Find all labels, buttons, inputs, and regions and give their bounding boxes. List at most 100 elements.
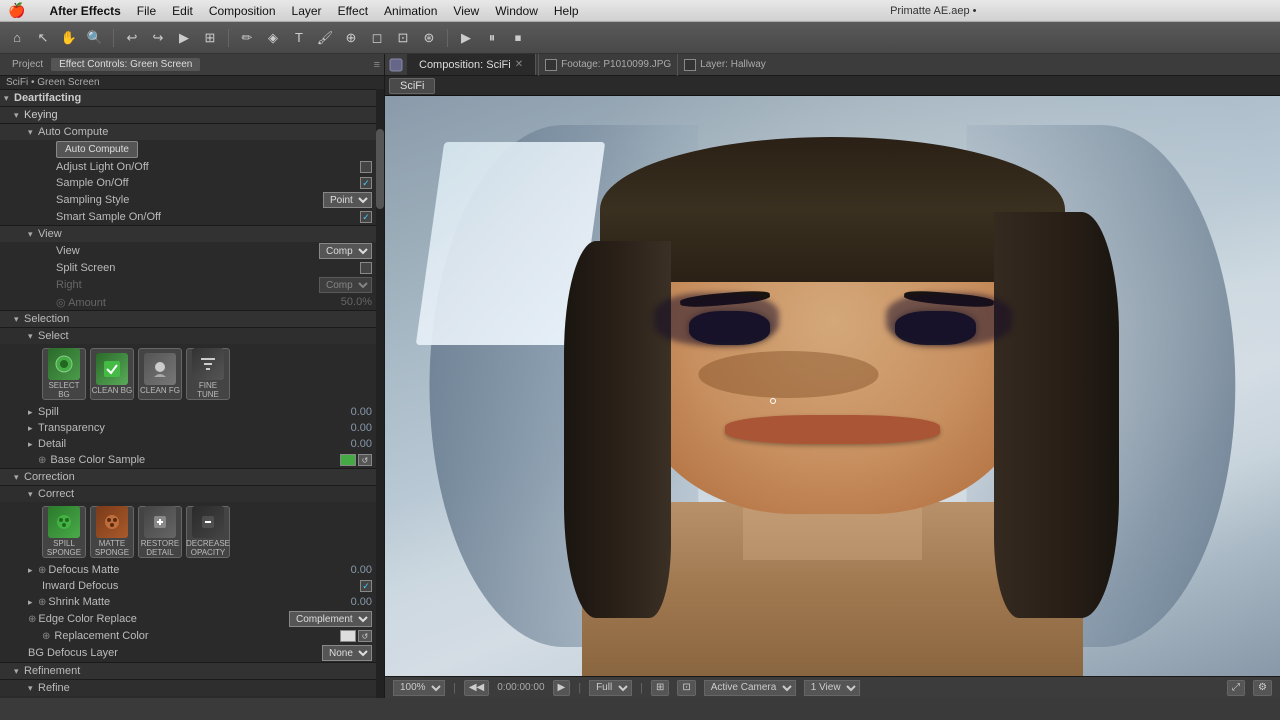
- apple-menu[interactable]: 🍎: [8, 2, 25, 19]
- scrollbar-thumb[interactable]: [376, 129, 384, 209]
- triangle-keying[interactable]: [14, 110, 24, 121]
- triangle-correction[interactable]: [14, 472, 24, 483]
- tab-project[interactable]: Project: [4, 58, 51, 71]
- toolbar-brush[interactable]: 🖌: [314, 27, 336, 49]
- fine-tune-btn[interactable]: FINE TUNE: [186, 348, 230, 400]
- triangle-selection[interactable]: [14, 314, 24, 325]
- timecode: 0:00:00:00: [497, 682, 544, 693]
- view-select-dropdown[interactable]: Comp: [319, 243, 372, 259]
- triangle-defocus[interactable]: [28, 565, 38, 576]
- triangle-shrink[interactable]: [28, 597, 38, 608]
- select-bg-btn[interactable]: SELECT BG: [42, 348, 86, 400]
- triangle-detail[interactable]: [28, 439, 38, 450]
- menu-help[interactable]: Help: [554, 4, 579, 18]
- triangle-transparency[interactable]: [28, 423, 38, 434]
- triangle-deartifacting[interactable]: [4, 93, 14, 104]
- footage-tab[interactable]: Footage: P1010099.JPG: [561, 59, 671, 70]
- sample-onoff-cb[interactable]: [360, 177, 372, 189]
- panel-menu-btn[interactable]: ≡: [374, 59, 380, 71]
- toolbar-render[interactable]: ▶: [173, 27, 195, 49]
- spill-value[interactable]: 0.00: [327, 406, 372, 418]
- camera-select[interactable]: Active Camera: [704, 680, 796, 696]
- rewind-btn[interactable]: ◀◀: [464, 680, 489, 696]
- scrollbar[interactable]: [376, 89, 384, 698]
- color-sample-reset[interactable]: ↺: [358, 454, 372, 466]
- sampling-style-select[interactable]: Point: [323, 192, 372, 208]
- replacement-color-reset[interactable]: ↺: [358, 630, 372, 642]
- color-sample-swatch[interactable]: [340, 454, 356, 466]
- toolbar-stop[interactable]: ⏹: [507, 27, 529, 49]
- spill-sponge-btn[interactable]: SPILLSPONGE: [42, 506, 86, 558]
- triangle-autocompute[interactable]: [28, 127, 38, 138]
- triangle-refine[interactable]: [28, 683, 38, 694]
- toolbar-play[interactable]: ▶: [455, 27, 477, 49]
- matte-sponge-btn[interactable]: MATTESPONGE: [90, 506, 134, 558]
- toolbar-eraser[interactable]: ◻: [366, 27, 388, 49]
- correct-label: Correct: [38, 488, 372, 500]
- settings-btn[interactable]: ⚙: [1253, 680, 1272, 696]
- row-split-screen: Split Screen: [0, 260, 376, 276]
- triangle-spill[interactable]: [28, 407, 38, 418]
- menu-window[interactable]: Window: [495, 4, 538, 18]
- bg-defocus-select[interactable]: None: [322, 645, 372, 661]
- triangle-view[interactable]: [28, 229, 38, 240]
- toolbar-roto[interactable]: ⊡: [392, 27, 414, 49]
- detail-value[interactable]: 0.00: [327, 438, 372, 450]
- clean-fg-btn[interactable]: CLEAN FG: [138, 348, 182, 400]
- comp-tab-close-scifi[interactable]: ✕: [515, 59, 523, 70]
- toolbar-home[interactable]: ⌂: [6, 27, 28, 49]
- smart-sample-cb[interactable]: [360, 211, 372, 223]
- toolbar-puppet[interactable]: ⊛: [418, 27, 440, 49]
- split-screen-cb[interactable]: [360, 262, 372, 274]
- menu-view[interactable]: View: [453, 4, 479, 18]
- toolbar-hand[interactable]: ✋: [58, 27, 80, 49]
- triangle-select[interactable]: [28, 331, 38, 342]
- toolbar-clone[interactable]: ⊕: [340, 27, 362, 49]
- tab-comp-scifi[interactable]: Composition: SciFi ✕: [407, 54, 536, 75]
- quality-select[interactable]: Full: [589, 680, 632, 696]
- right-tab-bar: Composition: SciFi ✕ Footage: P1010099.J…: [385, 54, 1280, 76]
- toolbar-pen[interactable]: ✏: [236, 27, 258, 49]
- inward-defocus-cb[interactable]: [360, 580, 372, 592]
- play-btn[interactable]: ▶: [553, 680, 571, 696]
- refine-label: Refine: [38, 682, 372, 694]
- restore-detail-btn[interactable]: RESTOREDETAIL: [138, 506, 182, 558]
- defocus-matte-value[interactable]: 0.00: [327, 564, 372, 576]
- zoom-select[interactable]: 100%: [393, 680, 445, 696]
- menu-layer[interactable]: Layer: [292, 4, 322, 18]
- layer-tab[interactable]: Layer: Hallway: [700, 59, 766, 70]
- right-select[interactable]: Comp: [319, 277, 372, 293]
- toggle-btn[interactable]: ⊡: [677, 680, 695, 696]
- edge-color-replace-select[interactable]: Complement: [289, 611, 372, 627]
- triangle-correct[interactable]: [28, 489, 38, 500]
- comp-view[interactable]: [385, 96, 1280, 676]
- replacement-color-swatch[interactable]: [340, 630, 356, 642]
- tab-effect-controls[interactable]: Effect Controls: Green Screen: [51, 58, 200, 71]
- view-select[interactable]: 1 View: [804, 680, 860, 696]
- decrease-opacity-btn[interactable]: DECREASEOPACITY: [186, 506, 230, 558]
- autocompute-button[interactable]: Auto Compute: [56, 141, 138, 158]
- scifi-subtab[interactable]: SciFi: [389, 78, 435, 94]
- toolbar-select[interactable]: ↖: [32, 27, 54, 49]
- triangle-refinement[interactable]: [14, 666, 24, 677]
- effect-scroll[interactable]: Deartifacting Keying Auto Compute Auto C…: [0, 89, 376, 698]
- menu-edit[interactable]: Edit: [172, 4, 193, 18]
- clean-bg-btn[interactable]: CLEAN BG: [90, 348, 134, 400]
- toolbar-redo[interactable]: ↪: [147, 27, 169, 49]
- toolbar-text[interactable]: T: [288, 27, 310, 49]
- grid-btn[interactable]: ⊞: [651, 680, 669, 696]
- toolbar-zoom[interactable]: 🔍: [84, 27, 106, 49]
- expand-btn[interactable]: ⤢: [1227, 680, 1245, 696]
- menu-animation[interactable]: Animation: [384, 4, 437, 18]
- toolbar-mask[interactable]: ◈: [262, 27, 284, 49]
- menu-effect[interactable]: Effect: [338, 4, 368, 18]
- transparency-value[interactable]: 0.00: [327, 422, 372, 434]
- toolbar-undo[interactable]: ↩: [121, 27, 143, 49]
- shrink-matte-value[interactable]: 0.00: [327, 596, 372, 608]
- select-label: Select: [38, 330, 372, 342]
- adjust-light-cb[interactable]: [360, 161, 372, 173]
- toolbar-pause[interactable]: ⏸: [481, 27, 503, 49]
- menu-file[interactable]: File: [137, 4, 156, 18]
- toolbar-precomp[interactable]: ⊞: [199, 27, 221, 49]
- menu-composition[interactable]: Composition: [209, 4, 276, 18]
